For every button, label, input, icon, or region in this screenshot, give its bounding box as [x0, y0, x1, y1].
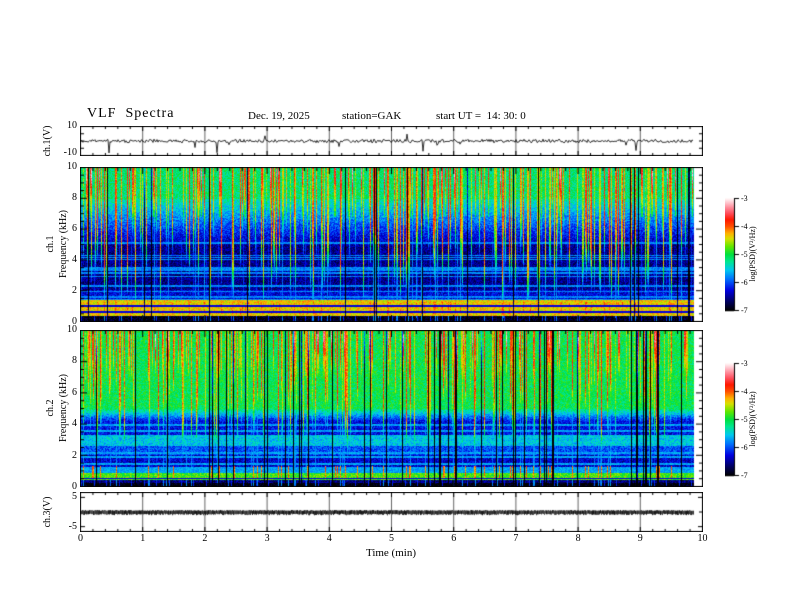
time-axis-tick-label: 2 — [202, 533, 208, 544]
colorbar2-tick-label: -4 — [741, 387, 748, 396]
spec1-freq-ylabel: Frequency (kHz) — [58, 209, 69, 279]
colorbar2-tick-label: -7 — [741, 471, 748, 480]
colorbar1-tick-label: -3 — [741, 194, 748, 203]
ch1-wave-tick-label: 10 — [67, 120, 77, 131]
time-axis-tick-label: 6 — [451, 533, 457, 544]
ch1-waveform-plot — [80, 126, 703, 156]
spec2-freq-tick-label: 8 — [72, 355, 77, 366]
spec1-freq-tick-label: 10 — [67, 161, 77, 172]
figure-title: VLF Spectra — [87, 106, 175, 121]
ch3-tick-label: -5 — [68, 521, 77, 532]
spec2-freq-ylabel: Frequency (kHz) — [58, 373, 69, 443]
time-axis-tick-label: 4 — [326, 533, 332, 544]
colorbar1-tick-label: -7 — [741, 306, 748, 315]
spec1-freq-tick-label: 8 — [72, 192, 77, 203]
ch1-spectrogram-plot — [80, 167, 703, 322]
spec1-freq-tick-label: 4 — [72, 254, 77, 265]
time-axis-tick-label: 0 — [78, 533, 83, 544]
time-axis-tick-label: 3 — [264, 533, 270, 544]
ch1-wave-tick-label: -10 — [63, 147, 77, 158]
time-axis-tick-label: 7 — [513, 533, 519, 544]
colorbar1-tick-label: -4 — [741, 222, 748, 231]
start-time-label: start UT = 14: 30: 0 — [436, 110, 526, 122]
spec1-freq-tick-label: 2 — [72, 285, 77, 296]
spec2-freq-tick-label: 2 — [72, 450, 77, 461]
date-label: Dec. 19, 2025 — [248, 110, 310, 122]
time-axis-tick-label: 1 — [140, 533, 146, 544]
spec1-channel-label: ch.1 — [45, 235, 56, 253]
spec2-freq-tick-label: 10 — [67, 324, 77, 335]
colorbar2-tick-label: -6 — [741, 443, 748, 452]
colorbar1-tick-label: -6 — [741, 278, 748, 287]
time-axis-tick-label: 8 — [575, 533, 581, 544]
station-label: station=GAK — [342, 110, 402, 122]
ch3-tick-label: 5 — [72, 491, 77, 502]
spec2-channel-label: ch.2 — [45, 399, 56, 417]
spec2-freq-tick-label: 6 — [72, 387, 77, 398]
time-axis-title: Time (min) — [365, 547, 416, 559]
colorbar1-tick-label: -5 — [741, 250, 748, 259]
colorbar2-tick-label: -5 — [741, 415, 748, 424]
time-axis-tick-label: 9 — [637, 533, 643, 544]
vlf-spectra-figure: VLF Spectra Dec. 19, 2025 station=GAK st… — [0, 0, 792, 612]
time-axis-tick-label: 5 — [389, 533, 394, 544]
time-axis-tick-label: 10 — [697, 533, 708, 544]
ch3-waveform-plot — [80, 492, 703, 532]
colorbar2-tick-label: -3 — [741, 359, 748, 368]
ch2-spectrogram-plot — [80, 330, 703, 487]
spec1-freq-tick-label: 6 — [72, 223, 77, 234]
spec2-freq-tick-label: 4 — [72, 418, 77, 429]
